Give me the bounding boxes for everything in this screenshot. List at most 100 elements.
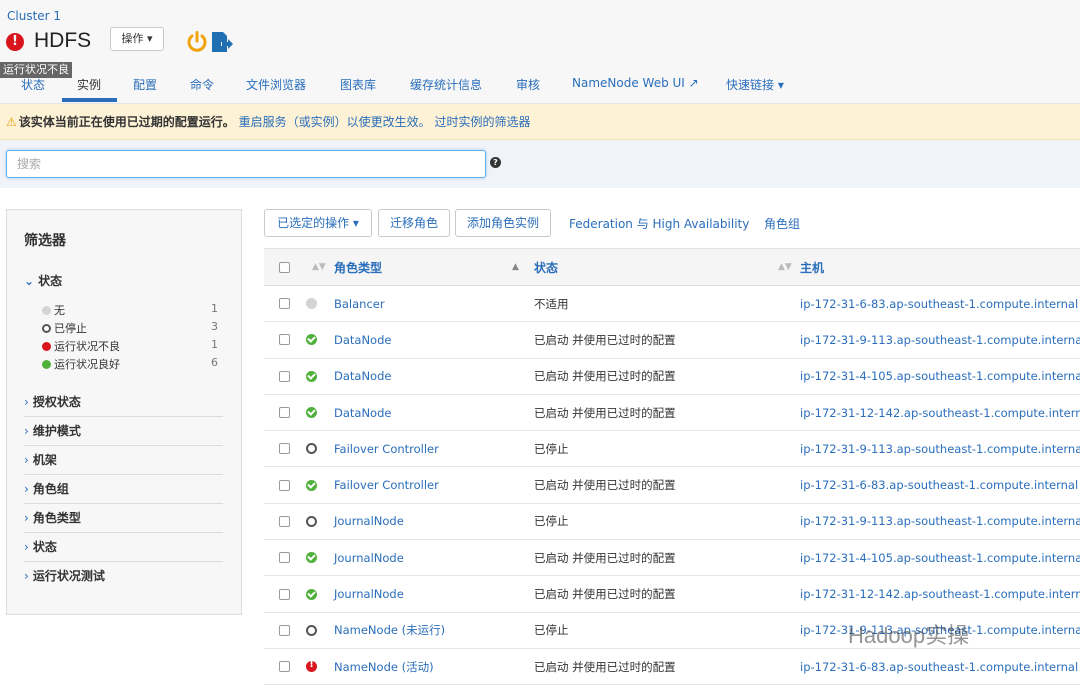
restart-service-link[interactable]: 重启服务（或实例）以使更改生效。 <box>239 115 431 129</box>
row-checkbox[interactable] <box>279 661 290 673</box>
good-health-icon <box>306 588 317 600</box>
row-checkbox[interactable] <box>279 624 290 636</box>
status-sort-cell: ▲▼ <box>312 249 326 285</box>
host-link[interactable]: ip-172-31-12-142.ap-southeast-1.compute.… <box>800 576 1080 611</box>
chevron-right-icon: › <box>24 395 29 409</box>
host-link[interactable]: ip-172-31-9-113.ap-southeast-1.compute.i… <box>800 504 1080 539</box>
filter-group-status-open[interactable]: ⌄ 状态 <box>24 272 62 289</box>
column-state[interactable]: 状态 <box>534 249 558 285</box>
tab-configuration[interactable]: 配置 <box>133 76 157 93</box>
role-type-sort-cell: ▲ <box>512 249 519 285</box>
host-link[interactable]: ip-172-31-12-142.ap-southeast-1.compute.… <box>800 395 1080 430</box>
bad-health-icon[interactable]: ! <box>6 33 24 51</box>
sort-icon[interactable]: ▲ <box>512 262 519 272</box>
role-type-link[interactable]: Failover Controller <box>334 467 439 502</box>
filter-group-maintenance[interactable]: › 维护模式 <box>24 420 223 446</box>
row-checkbox[interactable] <box>279 552 290 564</box>
row-status-cell <box>306 322 317 357</box>
sort-icon[interactable]: ▲▼ <box>312 262 326 272</box>
row-status-cell <box>306 613 317 648</box>
active-tab-indicator <box>62 98 117 102</box>
federation-ha-link[interactable]: Federation 与 High Availability <box>569 215 749 232</box>
search-bar <box>0 140 1080 188</box>
role-type-link[interactable]: DataNode <box>334 395 391 430</box>
filter-item-count: 1 <box>211 302 218 315</box>
row-checkbox[interactable] <box>279 334 290 346</box>
tab-commands[interactable]: 命令 <box>190 76 214 93</box>
export-icon[interactable] <box>210 30 234 54</box>
filter-group-authorization[interactable]: › 授权状态 <box>24 391 223 417</box>
row-select-cell <box>279 540 290 575</box>
add-role-instances-button[interactable]: 添加角色实例 <box>455 209 551 237</box>
role-type-link[interactable]: JournalNode <box>334 540 404 575</box>
sort-icon[interactable]: ▲▼ <box>778 262 792 272</box>
filter-group-label: 状态 <box>32 540 57 554</box>
column-host[interactable]: 主机 <box>800 249 824 285</box>
role-type-link[interactable]: Failover Controller <box>334 431 439 466</box>
filter-group-health-tests[interactable]: › 运行状况测试 <box>24 565 223 591</box>
row-checkbox[interactable] <box>279 370 290 382</box>
host-link[interactable]: ip-172-31-9-113.ap-southeast-1.compute.i… <box>800 431 1080 466</box>
cluster-link[interactable]: Cluster 1 <box>7 9 61 23</box>
tab-file-browser[interactable]: 文件浏览器 <box>246 76 306 93</box>
select-all-checkbox[interactable] <box>279 261 290 273</box>
health-tooltip: 运行状况不良 <box>0 62 72 78</box>
filter-item-label: 已停止 <box>54 322 87 335</box>
filter-item-stopped[interactable]: 已停止 3 <box>42 320 218 336</box>
role-type-link[interactable]: NameNode (未运行) <box>334 613 445 648</box>
host-link[interactable]: ip-172-31-4-105.ap-southeast-1.compute.i… <box>800 540 1080 575</box>
row-checkbox[interactable] <box>279 407 290 419</box>
row-select-cell <box>279 395 290 430</box>
filter-item-bad-health[interactable]: 运行状况不良 1 <box>42 338 218 354</box>
filter-item-good-health[interactable]: 运行状况良好 6 <box>42 356 218 372</box>
help-icon[interactable]: ? <box>490 157 501 168</box>
search-input[interactable] <box>6 150 486 178</box>
filter-group-role-group[interactable]: › 角色组 <box>24 478 223 504</box>
tab-instances[interactable]: 实例 <box>77 76 101 93</box>
role-type-link[interactable]: NameNode (活动) <box>334 649 434 684</box>
tab-quick-links[interactable]: 快速链接 ▾ <box>726 76 784 93</box>
table-row: JournalNode 已启动 并使用已过时的配置 ip-172-31-4-105.… <box>264 540 1080 577</box>
row-checkbox[interactable] <box>279 515 290 527</box>
table-row: NameNode (活动) 已启动 并使用已过时的配置 ip-172-31-6-83… <box>264 649 1080 685</box>
filter-item-count: 1 <box>211 338 218 351</box>
row-checkbox[interactable] <box>279 298 290 310</box>
role-groups-link[interactable]: 角色组 <box>764 215 800 232</box>
chevron-down-icon: ⌄ <box>24 274 35 288</box>
actions-dropdown-button[interactable]: 操作 ▾ <box>110 27 164 51</box>
filter-group-role-type[interactable]: › 角色类型 <box>24 507 223 533</box>
chevron-right-icon: › <box>24 569 29 583</box>
role-type-link[interactable]: DataNode <box>334 322 391 357</box>
column-role-type[interactable]: 角色类型 <box>334 249 382 285</box>
role-type-link[interactable]: Balancer <box>334 286 385 321</box>
role-type-link[interactable]: JournalNode <box>334 576 404 611</box>
row-status-cell <box>306 649 317 684</box>
filter-group-rack[interactable]: › 机架 <box>24 449 223 475</box>
stale-instances-filter-link[interactable]: 过时实例的筛选器 <box>434 115 530 129</box>
tab-cache-statistics[interactable]: 缓存统计信息 <box>410 76 482 93</box>
tab-status[interactable]: 状态 <box>21 76 45 93</box>
row-select-cell <box>279 613 290 648</box>
host-link[interactable]: ip-172-31-4-105.ap-southeast-1.compute.i… <box>800 359 1080 394</box>
row-checkbox[interactable] <box>279 443 290 455</box>
filter-item-none[interactable]: 无1 <box>42 302 218 318</box>
host-link[interactable]: ip-172-31-9-113.ap-southeast-1.compute.i… <box>800 322 1080 357</box>
filter-group-state[interactable]: › 状态 <box>24 536 223 562</box>
selected-actions-button[interactable]: 已选定的操作 ▾ <box>264 209 372 237</box>
tab-chart-library[interactable]: 图表库 <box>340 76 376 93</box>
tab-audit[interactable]: 审核 <box>516 76 540 93</box>
role-state: 已停止 <box>534 514 569 529</box>
service-header: Cluster 1 ! HDFS 操作 ▾ 状态 实例 配置 命令 文件浏览器 … <box>0 0 1080 104</box>
table-header: ▲▼ 角色类型 ▲ 状态 ▲▼ 主机 <box>264 248 1080 286</box>
host-link[interactable]: ip-172-31-6-83.ap-southeast-1.compute.in… <box>800 649 1078 684</box>
role-type-link[interactable]: DataNode <box>334 359 391 394</box>
power-icon[interactable] <box>186 31 208 53</box>
host-link[interactable]: ip-172-31-6-83.ap-southeast-1.compute.in… <box>800 467 1078 502</box>
row-checkbox[interactable] <box>279 479 290 491</box>
role-type-link[interactable]: JournalNode <box>334 504 404 539</box>
host-link[interactable]: ip-172-31-6-83.ap-southeast-1.compute.in… <box>800 286 1078 321</box>
migrate-roles-button[interactable]: 迁移角色 <box>378 209 450 237</box>
row-checkbox[interactable] <box>279 588 290 600</box>
tab-namenode-web-ui[interactable]: NameNode Web UI ↗ <box>572 76 699 90</box>
role-state: 已停止 <box>534 623 569 638</box>
